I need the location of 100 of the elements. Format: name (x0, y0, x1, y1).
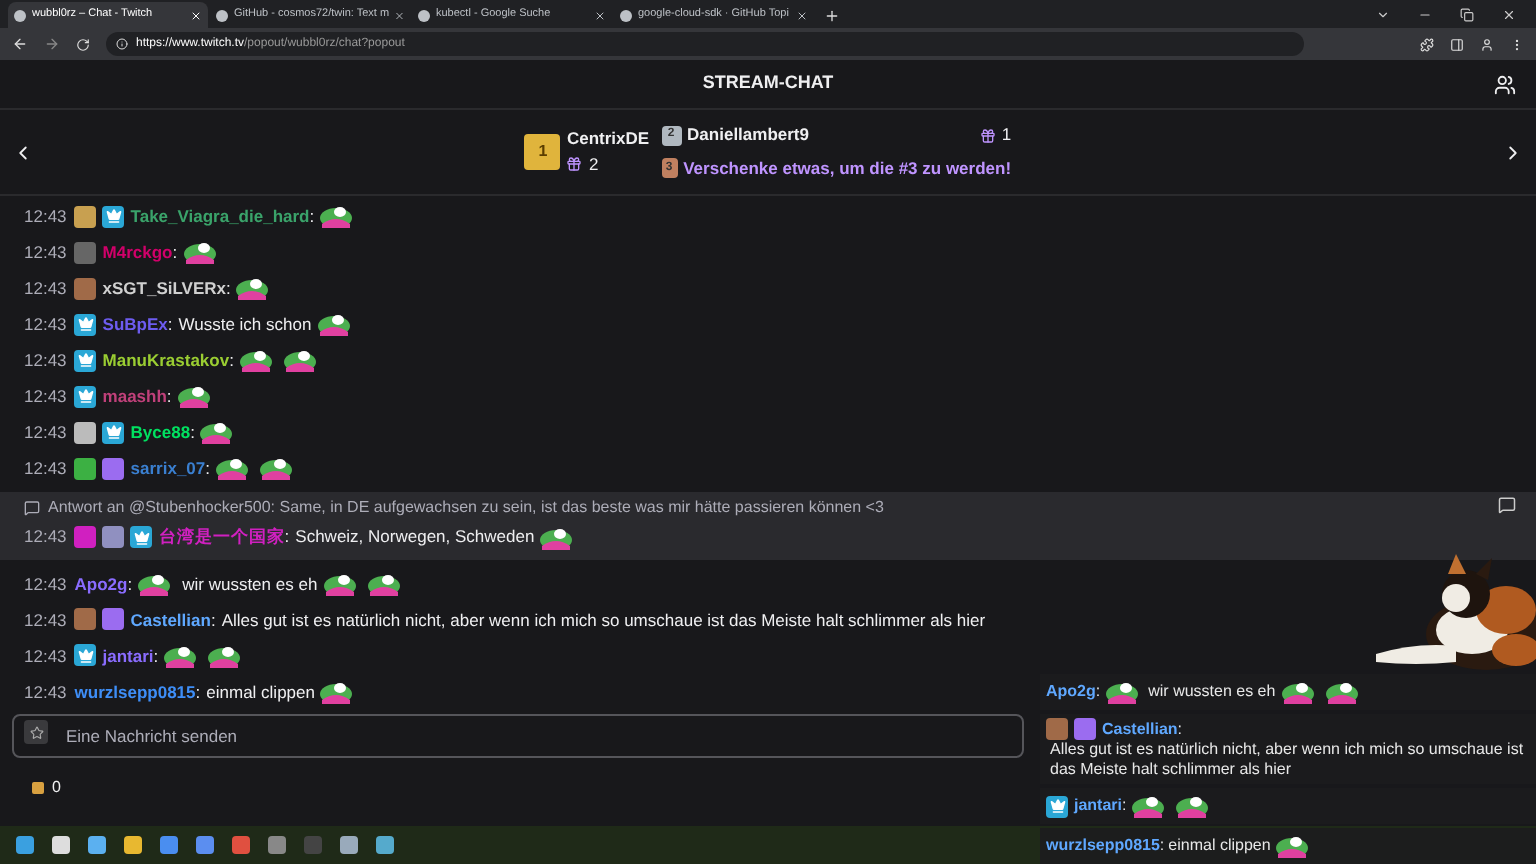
username[interactable]: sarrix_07 (130, 455, 206, 481)
gift-count: 1 (1001, 122, 1012, 148)
forward-icon[interactable] (44, 36, 60, 52)
emote-icon (234, 274, 271, 303)
username[interactable]: Byce88 (130, 419, 191, 445)
timestamp: 12:43 (24, 455, 67, 481)
emote-icon (281, 346, 318, 375)
gift-prompt: Verschenke etwas, um die #3 zu werden! (683, 156, 1012, 182)
timestamp: 12:43 (24, 643, 67, 669)
favicon-icon (216, 9, 228, 21)
username[interactable]: xSGT_SiLVERx (102, 275, 227, 301)
username[interactable]: wurzlsepp0815 (74, 679, 196, 705)
colon: : (309, 203, 315, 229)
message-text: einmal clippen (1168, 836, 1271, 856)
emote-icon (318, 677, 355, 706)
menu-icon[interactable] (1510, 37, 1524, 51)
colon: : (167, 311, 173, 337)
username[interactable]: Castellian (130, 607, 211, 633)
emote-icon (1279, 678, 1316, 706)
colon: : (195, 679, 201, 705)
emote-icon (198, 418, 235, 447)
timestamp: 12:43 (24, 203, 67, 229)
username[interactable]: jantari (102, 643, 154, 669)
chat-title: STREAM-CHAT (702, 70, 834, 97)
emote-picker-button[interactable] (24, 720, 48, 744)
extensions-icon[interactable] (1420, 37, 1434, 51)
side-panel-icon[interactable] (1450, 37, 1464, 51)
colon: : (210, 607, 216, 633)
back-icon[interactable] (12, 36, 28, 52)
reload-icon[interactable] (76, 37, 90, 51)
timestamp: 12:43 (24, 383, 67, 409)
message-text: Wusste ich schon (178, 311, 312, 337)
favicon-icon (418, 9, 430, 21)
message-text: Alles gut ist es natürlich nicht, aber wenn ich mich so umschaue ist das Meiste halt schlimmer als hier (1050, 740, 1526, 780)
colon: : (205, 455, 210, 481)
username: jantari (1074, 796, 1123, 816)
points-count: 0 (52, 776, 61, 800)
gifter-name: Daniellambert9 (687, 122, 811, 148)
timestamp: 12:43 (24, 275, 67, 301)
emote-icon (181, 238, 218, 267)
emote-icon (1104, 678, 1141, 706)
profile-icon[interactable] (1480, 37, 1494, 51)
colon: : (226, 275, 231, 301)
emote-icon (175, 382, 212, 411)
colon: : (229, 347, 234, 373)
reply-icon (24, 499, 40, 516)
colon: : (166, 383, 172, 409)
colon: : (172, 239, 178, 265)
message-text: wir wussten es eh (182, 571, 318, 597)
channel-points-icon[interactable] (32, 782, 44, 794)
message-text: Schweiz, Norwegen, Schweden (295, 524, 535, 550)
colon: : (1095, 682, 1101, 702)
timestamp: 12:43 (24, 571, 67, 597)
colon: : (284, 524, 290, 550)
timestamp: 12:43 (24, 419, 67, 445)
emote-icon (237, 346, 274, 375)
emote-icon (1130, 792, 1167, 820)
gift-count: 2 (588, 152, 599, 178)
username[interactable]: Take_Viagra_die_hard (130, 203, 310, 229)
emote-icon (318, 202, 355, 230)
close-icon[interactable] (594, 9, 606, 21)
username[interactable]: ManuKrastakov (102, 347, 230, 373)
colon: : (153, 643, 159, 669)
username[interactable]: SuBpEx (102, 311, 168, 337)
close-icon[interactable] (1502, 8, 1516, 22)
username[interactable]: maashh (102, 383, 167, 409)
message-text: Alles gut ist es natürlich nicht, aber wenn ich mich so umschaue ist das Meiste halt schlimmer als hier (221, 607, 986, 633)
username: Castellian (1102, 719, 1178, 739)
colon: : (1122, 796, 1127, 816)
colon: : (190, 419, 195, 445)
message-input[interactable]: Eine Nachricht senden (12, 714, 1024, 758)
tab-search-icon[interactable] (1376, 8, 1390, 22)
emote-icon (162, 641, 199, 670)
users-icon[interactable] (1494, 73, 1516, 95)
timestamp: 12:43 (24, 524, 67, 550)
username[interactable]: Apo2g (74, 571, 128, 597)
site-info-icon (116, 38, 128, 50)
emote-icon (321, 569, 358, 598)
colon: : (1159, 836, 1165, 856)
timestamp: 12:43 (24, 311, 67, 337)
emote-icon (365, 569, 402, 598)
minimize-icon[interactable] (1418, 8, 1432, 22)
timestamp: 12:43 (24, 347, 67, 373)
gift-icon (979, 127, 996, 144)
emote-icon (136, 569, 173, 598)
message-text: wir wussten es eh (1148, 682, 1276, 702)
timestamp: 12:43 (24, 607, 67, 633)
favicon-icon (620, 9, 632, 21)
colon: : (1177, 719, 1183, 739)
reply-context: Antwort an @Stubenhocker500: Same, in DE aufgewachsen zu sein, ist das beste was mir hätte passieren können <3 (48, 495, 884, 520)
close-icon[interactable] (796, 9, 808, 21)
timestamp: 12:43 (24, 679, 67, 705)
timestamp: 12:43 (24, 239, 67, 265)
restore-icon[interactable] (1460, 8, 1474, 22)
emote-icon (206, 641, 243, 670)
emote-icon (1174, 792, 1211, 820)
new-tab-icon[interactable] (824, 8, 840, 24)
emote-icon (1323, 678, 1360, 706)
emote-icon (538, 523, 575, 552)
chat-bubble-icon[interactable] (1498, 496, 1516, 514)
